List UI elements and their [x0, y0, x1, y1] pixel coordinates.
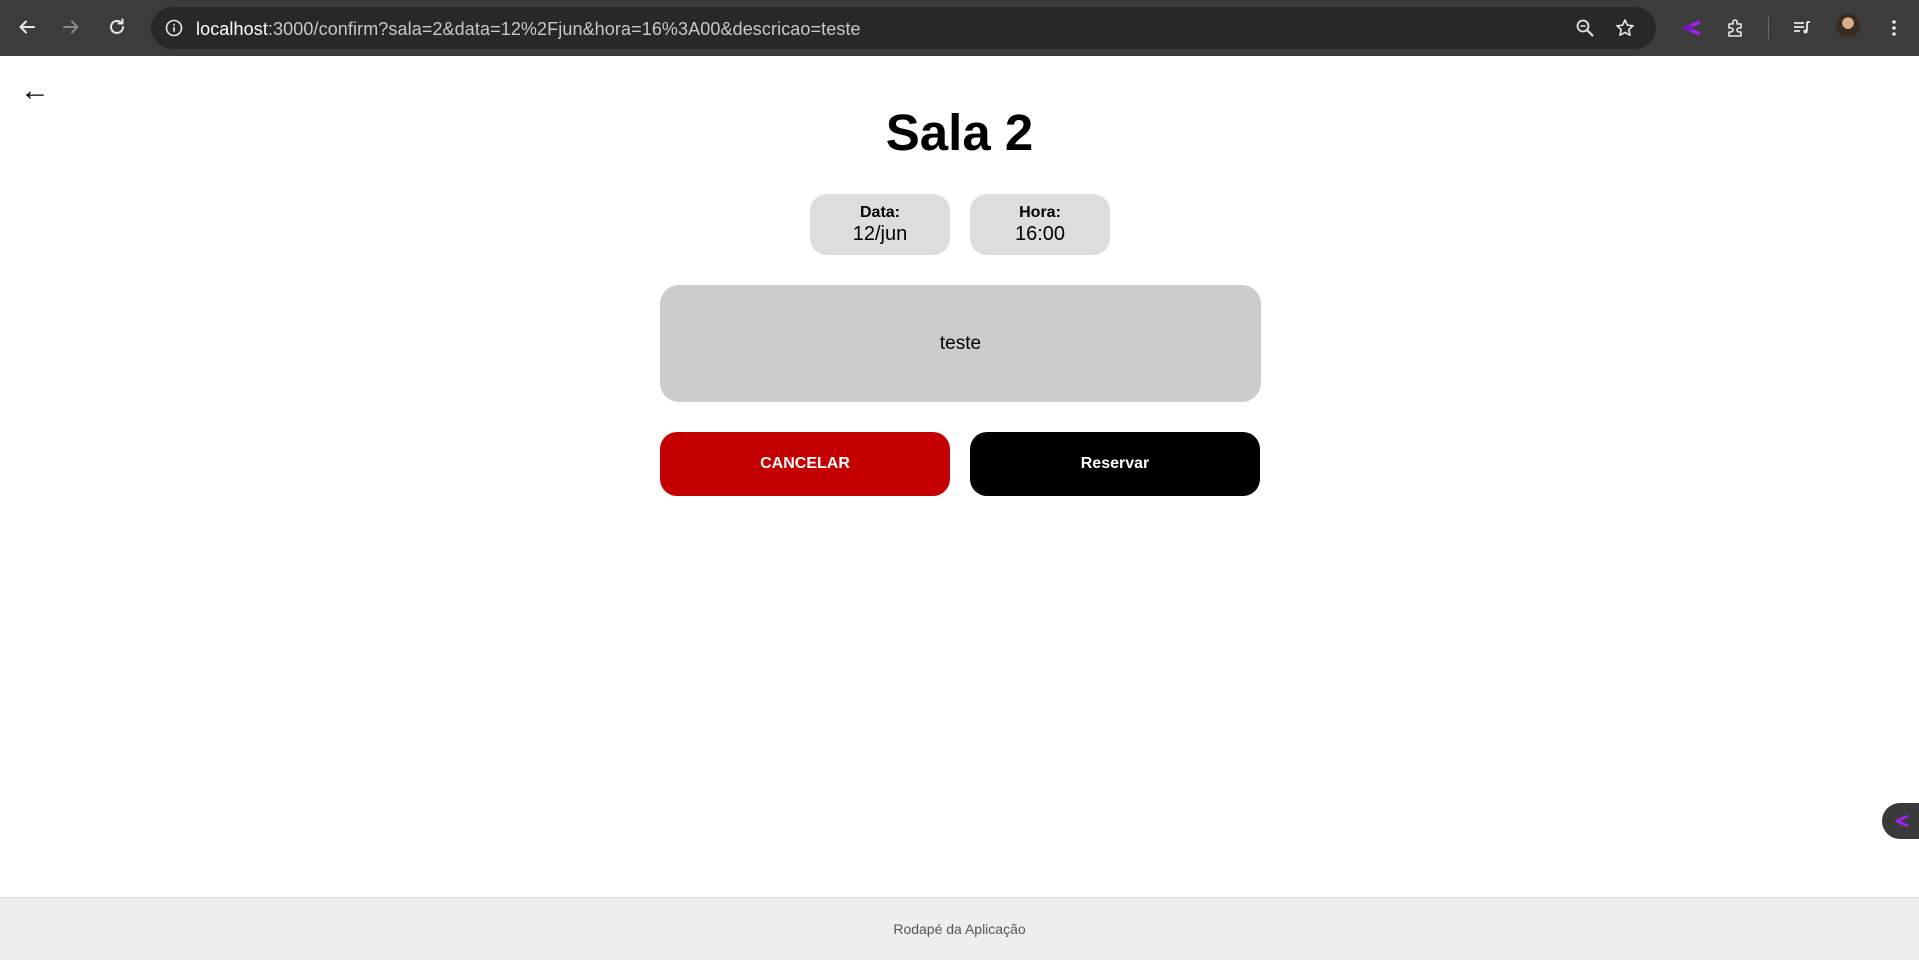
reserve-button[interactable]: Reservar: [970, 432, 1260, 496]
browser-toolbar: localhost:3000/confirm?sala=2&data=12%2F…: [0, 0, 1919, 56]
hora-info-pill: Hora: 16:00: [970, 194, 1110, 255]
extension-logo-icon: [1895, 814, 1909, 828]
address-bar[interactable]: localhost:3000/confirm?sala=2&data=12%2F…: [151, 7, 1656, 49]
floating-extension-button[interactable]: [1882, 803, 1919, 839]
bookmark-star-icon[interactable]: [1610, 13, 1640, 43]
forward-icon[interactable]: [56, 12, 86, 42]
data-value: 12/jun: [852, 223, 908, 245]
hora-value: 16:00: [1014, 223, 1066, 245]
data-label: Data:: [859, 204, 900, 221]
page-content: ← Sala 2 Data: 12/jun Hora: 16:00 teste …: [0, 56, 1919, 960]
extension-logo-icon[interactable]: [1675, 12, 1707, 44]
back-icon[interactable]: [12, 12, 42, 42]
footer-text: Rodapé da Aplicação: [893, 921, 1026, 937]
more-menu-icon[interactable]: [1878, 12, 1910, 44]
extensions-puzzle-icon[interactable]: [1720, 12, 1752, 44]
profile-avatar[interactable]: [1836, 14, 1860, 38]
url-path: :3000/confirm?sala=2&data=12%2Fjun&hora=…: [267, 19, 861, 39]
site-info-icon[interactable]: [159, 13, 189, 43]
toolbar-divider: [1768, 17, 1769, 39]
back-arrow-icon[interactable]: ←: [20, 76, 50, 106]
reload-icon[interactable]: [102, 12, 132, 42]
hora-label: Hora:: [1019, 204, 1061, 221]
footer: Rodapé da Aplicação: [0, 897, 1919, 960]
zoom-icon[interactable]: [1570, 13, 1600, 43]
description-box: teste: [660, 285, 1261, 402]
media-control-icon[interactable]: [1786, 12, 1818, 44]
url-text[interactable]: localhost:3000/confirm?sala=2&data=12%2F…: [196, 19, 861, 40]
data-info-pill: Data: 12/jun: [810, 194, 950, 255]
cancel-button[interactable]: CANCELAR: [660, 432, 950, 496]
page-title: Sala 2: [885, 104, 1034, 161]
url-host: localhost: [196, 19, 268, 39]
